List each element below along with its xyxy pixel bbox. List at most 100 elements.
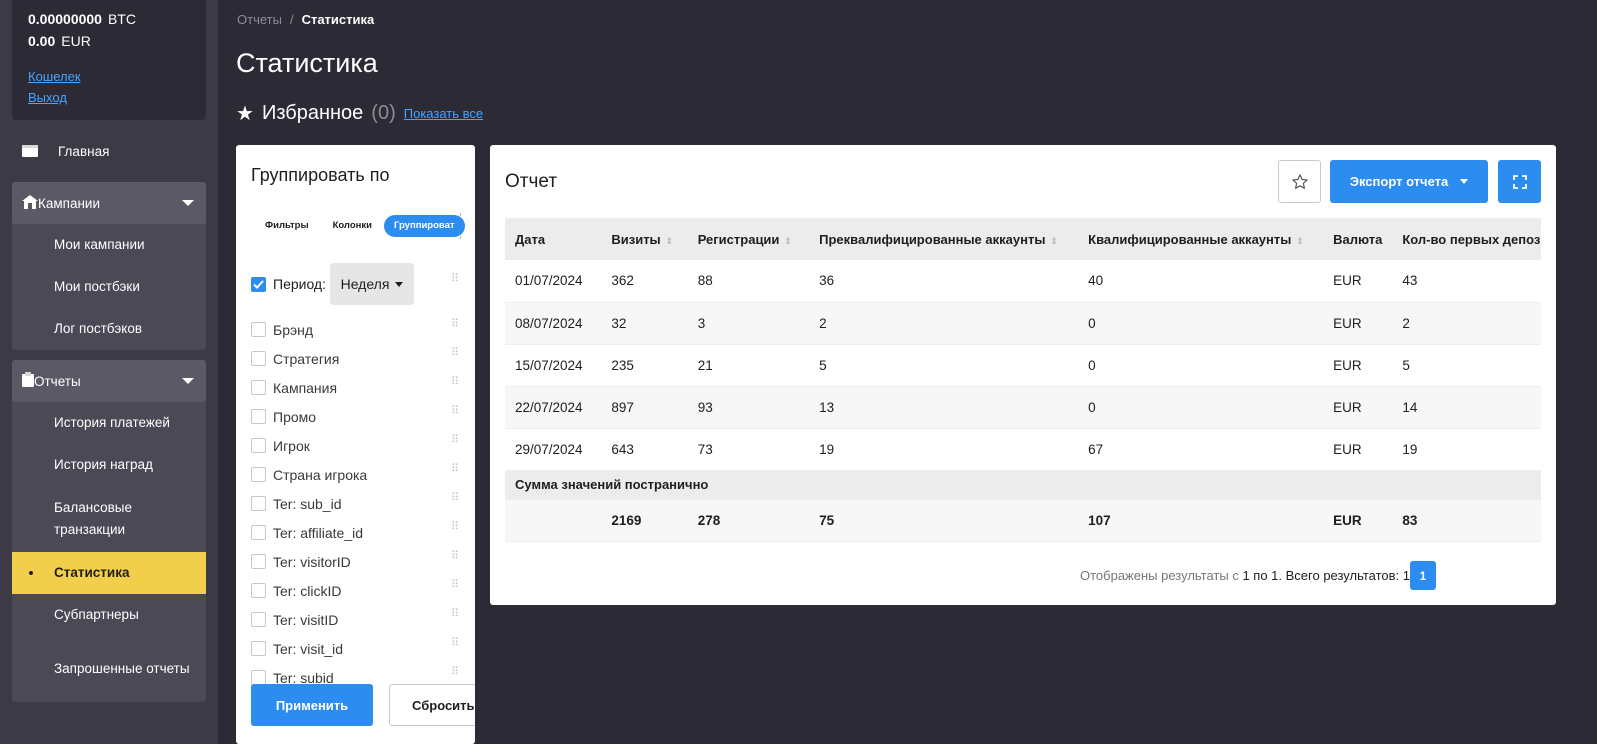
cell: 2169 xyxy=(601,499,688,542)
checkbox[interactable] xyxy=(251,554,266,569)
page-button-current[interactable]: 1 xyxy=(1410,561,1437,590)
favorites-bar: ★ Избранное (0) Показать все xyxy=(236,101,483,126)
drag-handle-icon[interactable]: ⠿ xyxy=(451,377,461,394)
chevron-down-icon xyxy=(395,281,404,287)
group-option[interactable]: Брэнд ⠿ xyxy=(251,315,461,344)
period-checkbox[interactable] xyxy=(251,276,266,292)
sort-icon[interactable]: ⇕ xyxy=(1050,236,1058,246)
add-favorite-button[interactable] xyxy=(1278,160,1321,203)
campaigns-group: Кампании Мои кампании Мои постбэки Лог п… xyxy=(12,182,206,350)
sort-icon[interactable]: ⇕ xyxy=(1296,236,1304,246)
wallet-link[interactable]: Кошелек xyxy=(28,66,190,87)
group-option[interactable]: Ter: visitorID ⠿ xyxy=(251,547,461,576)
checkbox[interactable] xyxy=(251,612,266,627)
sort-icon[interactable]: ⇕ xyxy=(666,236,674,246)
group-option[interactable]: Ter: affiliate_id ⠿ xyxy=(251,518,461,547)
column-header-registrations[interactable]: Регистрации ⇕ xyxy=(687,218,810,260)
sidebar-item-my-campaigns[interactable]: Мои кампании xyxy=(12,224,206,266)
btc-balance: 0.00000000 BTC xyxy=(28,11,136,27)
sidebar-item-home[interactable]: Главная xyxy=(12,130,206,172)
eur-balance: 0.00 EUR xyxy=(28,33,91,49)
checkbox[interactable] xyxy=(251,409,266,424)
column-header-qualified[interactable]: Квалифицированные аккаунты ⇕ xyxy=(1078,218,1324,260)
breadcrumb-parent[interactable]: Отчеты xyxy=(237,12,282,27)
checkbox[interactable] xyxy=(251,351,266,366)
cell: EUR xyxy=(1323,428,1393,471)
drag-handle-icon[interactable]: ⠿ xyxy=(451,609,461,626)
group-option[interactable]: Страна игрока ⠿ xyxy=(251,460,461,489)
checkbox[interactable] xyxy=(251,496,266,511)
export-report-button[interactable]: Экспорт отчета xyxy=(1330,160,1488,203)
breadcrumb-current: Статистика xyxy=(301,12,375,27)
sidebar-item-reports[interactable]: Отчеты xyxy=(12,360,206,402)
column-header-currency[interactable]: Валюта xyxy=(1323,218,1393,260)
group-option[interactable]: Ter: visitID ⠿ xyxy=(251,605,461,634)
drag-handle-icon[interactable]: ⠿ xyxy=(451,464,461,481)
drag-handle-icon[interactable]: ⠿ xyxy=(451,580,461,597)
checkbox[interactable] xyxy=(251,467,266,482)
apply-button[interactable]: Применить xyxy=(251,684,373,726)
sidebar-item-reward-history[interactable]: История наград xyxy=(12,444,206,486)
tab-filters[interactable]: Фильтры xyxy=(251,215,321,237)
sidebar-item-campaigns[interactable]: Кампании xyxy=(12,182,206,224)
group-option[interactable]: Ter: clickID ⠿ xyxy=(251,576,461,605)
cell: 67 xyxy=(1078,428,1324,471)
page-title: Статистика xyxy=(236,48,378,78)
column-header-first-deposits[interactable]: Кол-во первых депоз xyxy=(1392,218,1541,260)
sidebar-item-payment-history[interactable]: История платежей xyxy=(12,402,206,444)
period-select[interactable]: Неделя xyxy=(330,263,414,305)
checkbox[interactable] xyxy=(251,438,266,453)
drag-handle-icon[interactable]: ⠿ xyxy=(451,319,461,336)
period-row: Период: Неделя ⠿ xyxy=(251,263,461,305)
cell: 5 xyxy=(1392,344,1541,387)
group-option[interactable]: Кампания ⠿ xyxy=(251,373,461,402)
sort-icon[interactable]: ⇕ xyxy=(784,236,792,246)
drag-handle-icon[interactable]: ⠿ xyxy=(451,551,461,568)
reset-button[interactable]: Сбросить xyxy=(389,684,475,726)
drag-handle-icon[interactable]: ⠿ xyxy=(451,493,461,510)
drag-handle-icon[interactable]: ⠿ xyxy=(451,348,461,365)
drag-handle-icon[interactable]: ⠿ xyxy=(451,667,461,684)
cell: 36 xyxy=(809,260,1079,303)
drag-handle-icon[interactable]: ⠿ xyxy=(451,406,461,423)
checkbox[interactable] xyxy=(251,670,266,685)
column-header-visits[interactable]: Визиты ⇕ xyxy=(601,218,688,260)
column-header-prequalified[interactable]: Преквалифицированные аккаунты ⇕ xyxy=(809,218,1079,260)
cell: 14 xyxy=(1392,386,1541,429)
group-option[interactable]: Игрок ⠿ xyxy=(251,431,461,460)
drag-handle-icon[interactable]: ⠿ xyxy=(451,435,461,452)
checkbox[interactable] xyxy=(251,322,266,337)
group-option[interactable]: Ter: sub_id ⠿ xyxy=(251,489,461,518)
group-option[interactable]: Ter: visit_id ⠿ xyxy=(251,634,461,663)
drag-handle-icon[interactable]: ⠿ xyxy=(451,274,461,291)
logout-link[interactable]: Выход xyxy=(28,87,190,108)
fullscreen-button[interactable] xyxy=(1498,160,1541,203)
sidebar-item-postback-log[interactable]: Лог постбэков xyxy=(12,308,206,350)
checkbox[interactable] xyxy=(251,380,266,395)
sidebar-item-requested-reports[interactable]: Запрошенные отчеты xyxy=(12,636,204,702)
report-title: Отчет xyxy=(505,171,558,192)
checkbox[interactable] xyxy=(251,525,266,540)
sidebar-item-balance-transactions[interactable]: Балансовые транзакции xyxy=(12,486,204,552)
tab-grouping[interactable]: Группироват xyxy=(383,215,465,237)
checkbox[interactable] xyxy=(251,641,266,656)
cell: 29/07/2024 xyxy=(505,428,602,471)
sidebar-item-my-postbacks[interactable]: Мои постбэки xyxy=(12,266,206,308)
pagination: Отображены результаты с 1 по 1. Всего ре… xyxy=(1080,561,1437,590)
checkbox[interactable] xyxy=(251,583,266,598)
summary-label: Сумма значений постранично xyxy=(505,470,1541,500)
group-option[interactable]: Стратегия ⠿ xyxy=(251,344,461,373)
table-row: 01/07/2024 362 88 36 40 EUR 43 xyxy=(505,260,1541,303)
show-all-link[interactable]: Показать все xyxy=(404,106,483,121)
cell: 75 xyxy=(809,499,1079,542)
sidebar-item-subpartners[interactable]: Субпартнеры xyxy=(12,594,206,636)
cell: EUR xyxy=(1323,260,1393,303)
sidebar-item-statistics[interactable]: Статистика xyxy=(12,552,206,594)
chevron-down-icon xyxy=(182,378,194,384)
column-header-date[interactable]: Дата xyxy=(505,218,602,260)
drag-handle-icon[interactable]: ⠿ xyxy=(451,638,461,655)
drag-handle-icon[interactable]: ⠿ xyxy=(451,522,461,539)
reports-group: Отчеты История платежей История наград Б… xyxy=(12,360,206,702)
tab-columns[interactable]: Колонки xyxy=(321,215,384,237)
group-option[interactable]: Промо ⠿ xyxy=(251,402,461,431)
